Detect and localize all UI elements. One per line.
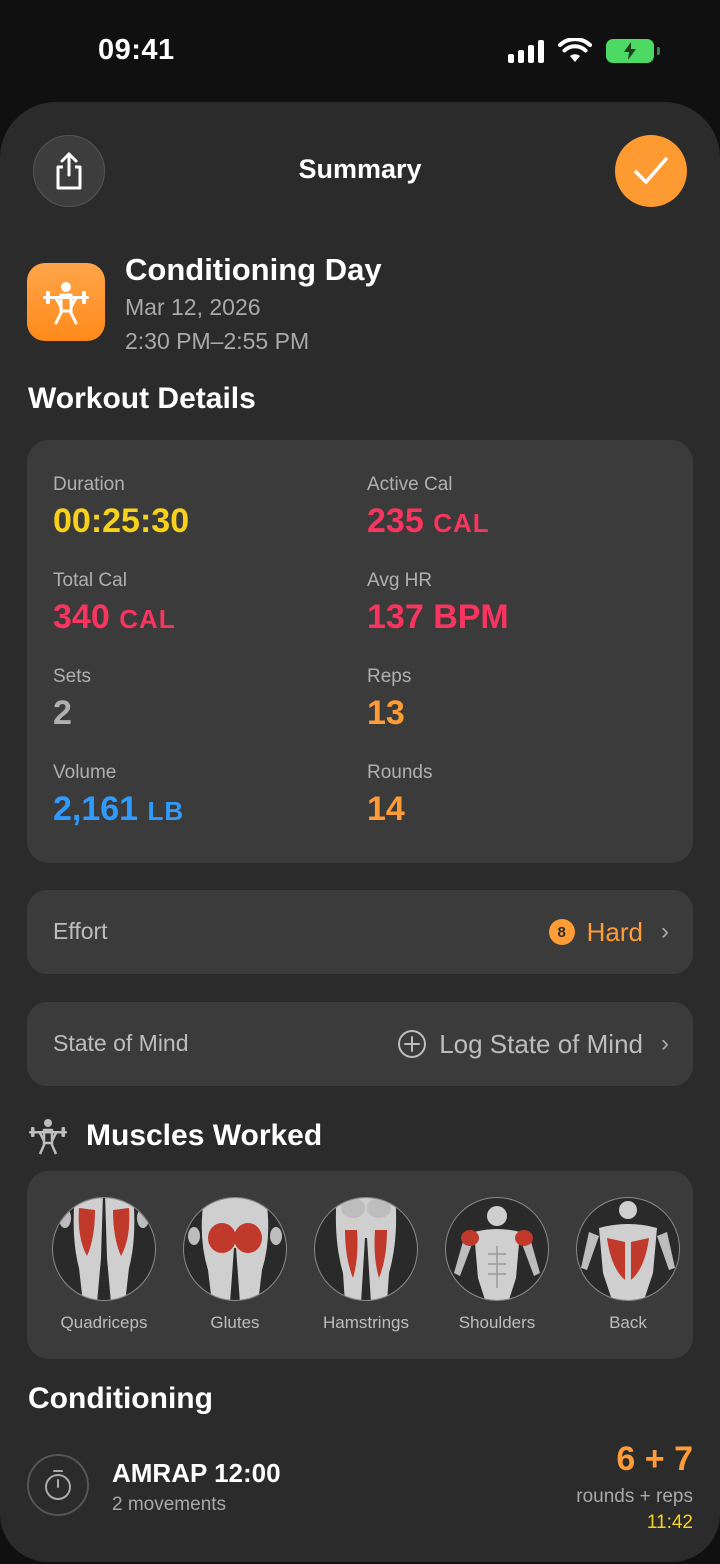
muscle-item-back[interactable]: Back [576,1197,680,1333]
metric-number: 2,161 [53,790,139,828]
state-of-mind-action-group: Log State of Mind › [397,1024,669,1064]
metric-total-cal: Total Cal 340 CAL [53,570,176,637]
metric-label: Duration [53,474,125,495]
log-state-of-mind-link: Log State of Mind [439,1028,643,1059]
metric-reps: Reps 13 [367,666,411,733]
muscle-item-quadriceps[interactable]: Quadriceps [52,1197,156,1333]
muscles-header: Muscles Worked [28,1112,322,1160]
weightlifter-icon [29,1119,67,1155]
status-bar: 09:41 [0,0,720,100]
hamstrings-illustration [314,1197,418,1301]
conditioning-score: 6 + 7 [616,1440,693,1478]
metric-unit: CAL [433,508,490,538]
metric-value: 14 [367,790,405,828]
muscle-item-hamstrings[interactable]: Hamstrings [314,1197,418,1333]
metric-unit: CAL [119,604,176,634]
workout-time-range: 2:30 PM–2:55 PM [125,328,310,354]
effort-value: Hard [586,916,643,947]
metric-number: 137 [367,598,424,636]
muscle-label: Hamstrings [323,1313,409,1332]
metric-value: 00:25:30 [53,502,190,540]
metric-value: 13 [367,694,405,732]
workout-header: Conditioning Day Mar 12, 2026 2:30 PM–2:… [27,252,687,362]
quadriceps-illustration [52,1197,156,1301]
muscle-item-shoulders[interactable]: Shoulders [445,1197,549,1333]
metric-sets: Sets 2 [53,666,91,733]
summary-sheet: Summary Conditioning Day Mar 12, 2026 2:… [0,102,720,1562]
metric-avg-hr: Avg HR 137 BPM [367,570,509,637]
conditioning-subtitle: 2 movements [112,1494,227,1515]
muscle-label: Shoulders [458,1313,536,1332]
chevron-right-icon: › [661,918,669,945]
done-button[interactable] [615,135,687,207]
metric-label: Volume [53,762,117,783]
effort-row[interactable]: Effort 8 Hard › [27,890,693,974]
cellular-signal-icon [508,39,544,63]
metric-unit: LB [147,796,185,826]
shoulders-illustration [445,1197,549,1301]
metric-label: Avg HR [367,570,433,591]
status-time: 09:41 [98,34,175,66]
metric-number: 340 [53,598,110,636]
workout-name: Conditioning Day [125,252,382,287]
metric-duration: Duration 00:25:30 [53,474,189,541]
muscle-label: Back [609,1313,647,1332]
conditioning-time: 11:42 [646,1512,693,1533]
conditioning-score-label: rounds + reps [576,1486,693,1507]
metric-value: 2,161 LB [53,790,184,829]
muscles-worked-title: Muscles Worked [86,1119,323,1152]
plus-circle-icon [398,1030,427,1058]
metric-value: 2 [53,694,72,732]
metric-label: Active Cal [367,474,453,495]
workout-details-card: Duration 00:25:30 Active Cal 235 CAL Tot… [27,440,693,863]
metric-label: Sets [53,666,92,687]
status-icons [508,38,660,64]
page-title: Summary [298,154,422,184]
effort-label: Effort [53,918,108,944]
conditioning-name: AMRAP 12:00 [112,1458,281,1488]
metric-value: 340 CAL [53,598,176,637]
muscles-card: Quadriceps Glutes Hamstrings Shoulders B… [27,1171,693,1359]
back-illustration [576,1197,680,1301]
weightlifting-icon [27,263,105,341]
metric-rounds: Rounds 14 [367,762,433,829]
metric-number: 235 [367,502,424,540]
stopwatch-icon [27,1454,89,1516]
metric-label: Reps [367,666,412,687]
metric-volume: Volume 2,161 LB [53,762,184,829]
metric-label: Rounds [367,762,433,783]
chevron-right-icon: › [661,1030,669,1057]
workout-date: Mar 12, 2026 [125,294,261,320]
effort-value-group: 8 Hard › [548,912,669,952]
conditioning-item[interactable]: AMRAP 12:00 2 movements 6 + 7 rounds + r… [27,1440,693,1548]
muscle-label: Quadriceps [60,1313,148,1332]
muscle-label: Glutes [210,1313,260,1332]
workout-details-title: Workout Details [28,382,256,415]
muscle-item-glutes[interactable]: Glutes [183,1197,287,1333]
checkmark-icon [634,157,668,184]
metric-unit: BPM [433,598,509,636]
metric-active-cal: Active Cal 235 CAL [367,474,490,541]
state-of-mind-row[interactable]: State of Mind Log State of Mind › [27,1002,693,1086]
wifi-icon [558,38,592,62]
effort-score-badge: 8 [548,919,575,945]
metric-value: 235 CAL [367,502,490,541]
sheet-header: Summary [0,102,720,242]
glutes-illustration [183,1197,287,1301]
battery-charging-icon [606,39,660,63]
state-of-mind-label: State of Mind [53,1030,189,1056]
metric-label: Total Cal [53,570,127,591]
conditioning-title: Conditioning [28,1382,213,1415]
metric-value: 137 BPM [367,598,509,637]
